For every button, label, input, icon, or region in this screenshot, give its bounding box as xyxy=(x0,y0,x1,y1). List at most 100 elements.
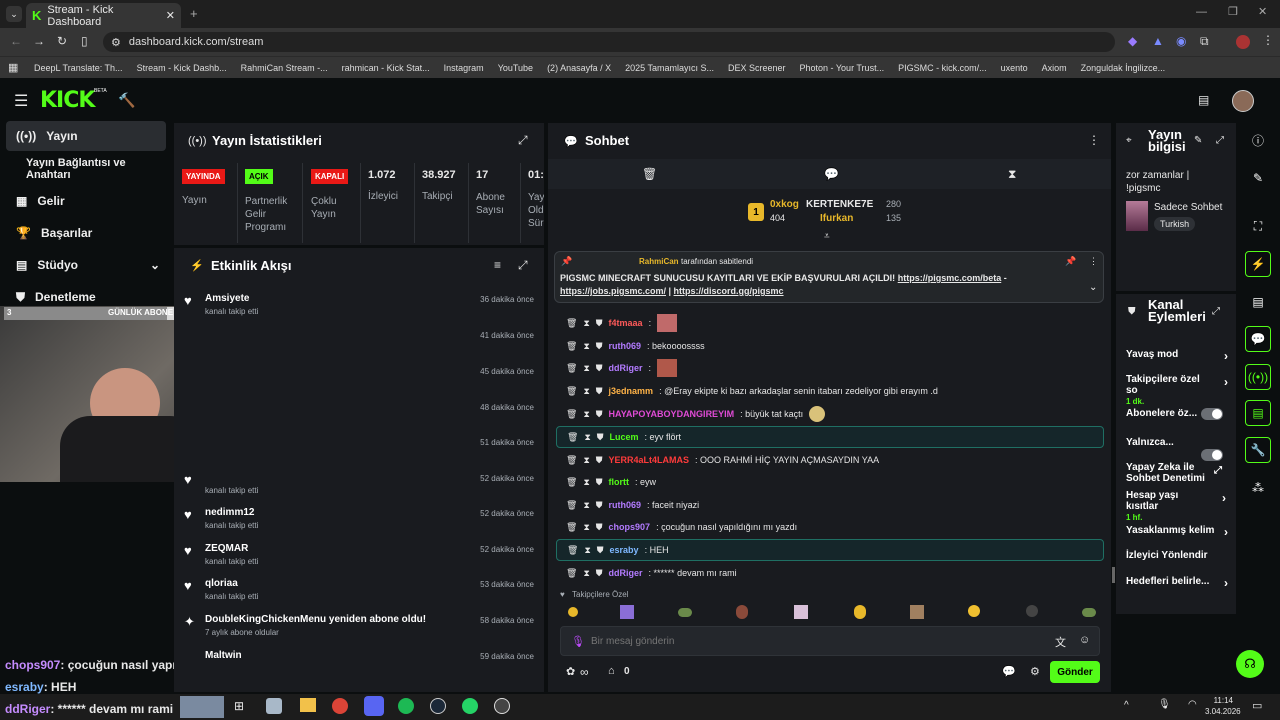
emote-icon[interactable] xyxy=(968,605,980,617)
pinned-link[interactable]: https://jobs.pigsmc.com/ xyxy=(560,286,666,296)
shield-icon[interactable]: ⛊ xyxy=(596,409,603,420)
task-view-icon[interactable]: ⊞ xyxy=(234,699,244,713)
action-ai-moderation[interactable]: Yapay Zeka ile Sohbet Denetimi ⤢ xyxy=(1126,462,1222,484)
chat-bubble-icon[interactable]: 💬 xyxy=(824,167,839,181)
bookmark-item[interactable]: 2025 Tamamlayıcı S... xyxy=(625,63,714,73)
sidebar-item-studyo[interactable]: ▤ Stüdyo ⌄ xyxy=(6,250,166,280)
chrome-icon[interactable] xyxy=(332,698,348,714)
bookmark-item[interactable]: uxento xyxy=(1001,63,1028,73)
screen-icon[interactable]: ⛶ xyxy=(1245,213,1271,239)
action-account-age[interactable]: Hesap yaşı kısıtlar 1 hf. › xyxy=(1126,490,1226,523)
emotes-only-toggle[interactable] xyxy=(1201,449,1223,461)
edit-icon[interactable]: ✎ xyxy=(1194,135,1202,146)
apps-grid-icon[interactable]: ▦ xyxy=(8,61,18,74)
action-raid[interactable]: İzleyici Yönlendir xyxy=(1126,550,1226,561)
obs-icon[interactable] xyxy=(494,698,510,714)
shield-icon[interactable]: ⛊ xyxy=(596,341,603,352)
trash-icon[interactable]: 🗑 xyxy=(566,500,577,511)
browser-tab[interactable]: K Stream - Kick Dashboard ✕ xyxy=(26,3,181,28)
extensions-puzzle-icon[interactable]: ⧉ xyxy=(1200,34,1209,49)
trash-icon[interactable]: 🗑 xyxy=(566,409,577,420)
hourglass-icon[interactable]: ⧗ xyxy=(584,432,590,443)
send-button[interactable]: Gönder xyxy=(1050,661,1100,683)
action-banned-words[interactable]: Yasaklanmış kelim › xyxy=(1126,525,1228,539)
trash-icon[interactable]: 🗑 xyxy=(567,545,578,556)
steam-icon[interactable] xyxy=(430,698,446,714)
bookmark-item[interactable]: (2) Anasayfa / X xyxy=(547,63,611,73)
bookmark-item[interactable]: Instagram xyxy=(444,63,484,73)
trash-icon[interactable]: 🗑 xyxy=(566,318,577,329)
action-goals[interactable]: Hedefleri belirle... › xyxy=(1126,576,1228,590)
emote-icon[interactable] xyxy=(568,607,578,617)
profile-avatar[interactable] xyxy=(1236,35,1250,49)
info-icon[interactable]: ⓘ xyxy=(1245,127,1271,153)
popout-icon[interactable]: ⤢ xyxy=(518,258,528,273)
emote-icon[interactable] xyxy=(1026,605,1038,617)
reload-icon[interactable]: ↻ xyxy=(57,34,67,48)
scrollbar-thumb[interactable] xyxy=(1112,567,1115,583)
emote-icon[interactable] xyxy=(620,605,634,619)
hourglass-icon[interactable]: ⧗ xyxy=(583,409,589,420)
new-tab-icon[interactable]: + xyxy=(190,6,198,21)
shield-icon[interactable]: ⛊ xyxy=(596,386,603,397)
shield-icon[interactable]: ⛊ xyxy=(596,522,603,533)
edit-icon[interactable]: ✎ xyxy=(1245,165,1271,191)
emote-icon[interactable] xyxy=(678,608,692,617)
hamburger-menu-icon[interactable]: ☰ xyxy=(14,91,28,111)
shield-icon[interactable]: ⛊ xyxy=(596,318,603,329)
collapse-icon[interactable]: ⩡ xyxy=(824,231,830,242)
app-icon[interactable] xyxy=(266,698,282,714)
bookmark-item[interactable]: YouTube xyxy=(498,63,533,73)
pinned-link[interactable]: https://discord.gg/pigsmc xyxy=(674,286,784,296)
microphone-icon[interactable]: 🎙 xyxy=(571,635,585,648)
emote-icon[interactable] xyxy=(1082,608,1096,617)
document-icon[interactable]: ▤ xyxy=(1245,289,1271,315)
gear-icon[interactable]: ⚙ xyxy=(1030,665,1040,678)
forward-icon[interactable]: → xyxy=(33,34,45,48)
maximize-icon[interactable]: ❐ xyxy=(1228,5,1238,18)
microphone-icon[interactable]: 🎙 xyxy=(1158,699,1171,710)
filter-icon[interactable]: ≡ xyxy=(494,258,501,272)
chat-message-input[interactable] xyxy=(591,633,1031,649)
bookmark-item[interactable]: DeepL Translate: Th... xyxy=(34,63,123,73)
kick-logo[interactable]: KICK xyxy=(40,88,95,113)
window-close-icon[interactable]: ✕ xyxy=(1258,5,1267,18)
bookmark-item[interactable]: Photon - Your Trust... xyxy=(800,63,885,73)
share-icon[interactable]: ⁂ xyxy=(1245,475,1271,501)
chat-input-box[interactable]: 🎙 文 ☺ xyxy=(560,626,1100,656)
discord-icon[interactable] xyxy=(364,696,384,716)
popout-icon[interactable]: ⤢ xyxy=(1212,306,1220,317)
split-view-icon[interactable]: ▯ xyxy=(81,34,88,48)
hourglass-icon[interactable]: ⧗ xyxy=(583,522,589,533)
wrench-icon[interactable]: 🔧 xyxy=(1245,437,1271,463)
folder-icon[interactable] xyxy=(300,698,316,712)
wallet-icon[interactable]: ▤ xyxy=(1198,93,1209,107)
wifi-icon[interactable]: ◠ xyxy=(1188,699,1197,710)
site-info-icon[interactable]: ⚙ xyxy=(111,36,121,49)
bookmark-item[interactable]: RahmiCan Stream -... xyxy=(241,63,328,73)
hourglass-icon[interactable]: ⧗ xyxy=(583,500,589,511)
hourglass-icon[interactable]: ⧗ xyxy=(583,568,589,579)
popout-icon[interactable]: ⤢ xyxy=(518,133,528,148)
shield-icon[interactable]: ⛊ xyxy=(597,432,604,443)
emote-icon[interactable] xyxy=(910,605,924,619)
pinned-link[interactable]: https://pigsmc.com/beta xyxy=(898,273,1002,283)
menu-kebab-icon[interactable]: ⋮ xyxy=(1089,256,1098,267)
chat-bubble-icon[interactable]: 💬 xyxy=(1002,665,1016,678)
menu-kebab-icon[interactable]: ⋮ xyxy=(1088,133,1100,147)
hourglass-icon[interactable]: ⧗ xyxy=(583,455,589,466)
hourglass-icon[interactable]: ⧗ xyxy=(583,363,589,374)
bookmark-item[interactable]: DEX Screener xyxy=(728,63,786,73)
tab-list-icon[interactable]: ⌄ xyxy=(6,6,22,22)
bookmark-item[interactable]: Axiom xyxy=(1042,63,1067,73)
tray-chevron-icon[interactable]: ^ xyxy=(1124,700,1129,711)
shield-icon[interactable]: ⛊ xyxy=(596,455,603,466)
emote-icon[interactable] xyxy=(794,605,808,619)
bookmark-item[interactable]: Zonguldak İngilizce... xyxy=(1081,63,1166,73)
notification-icon[interactable]: ▭ xyxy=(1252,699,1262,712)
extension-icon[interactable]: ◆ xyxy=(1128,34,1137,48)
hammer-icon[interactable]: 🔨 xyxy=(118,92,135,109)
gift-icon[interactable]: ✿ xyxy=(566,665,575,678)
chat-bubble-icon[interactable]: 💬 xyxy=(1245,326,1271,352)
sidebar-item-stream-key[interactable]: Yayın Bağlantısı ve Anahtarı xyxy=(6,154,166,184)
